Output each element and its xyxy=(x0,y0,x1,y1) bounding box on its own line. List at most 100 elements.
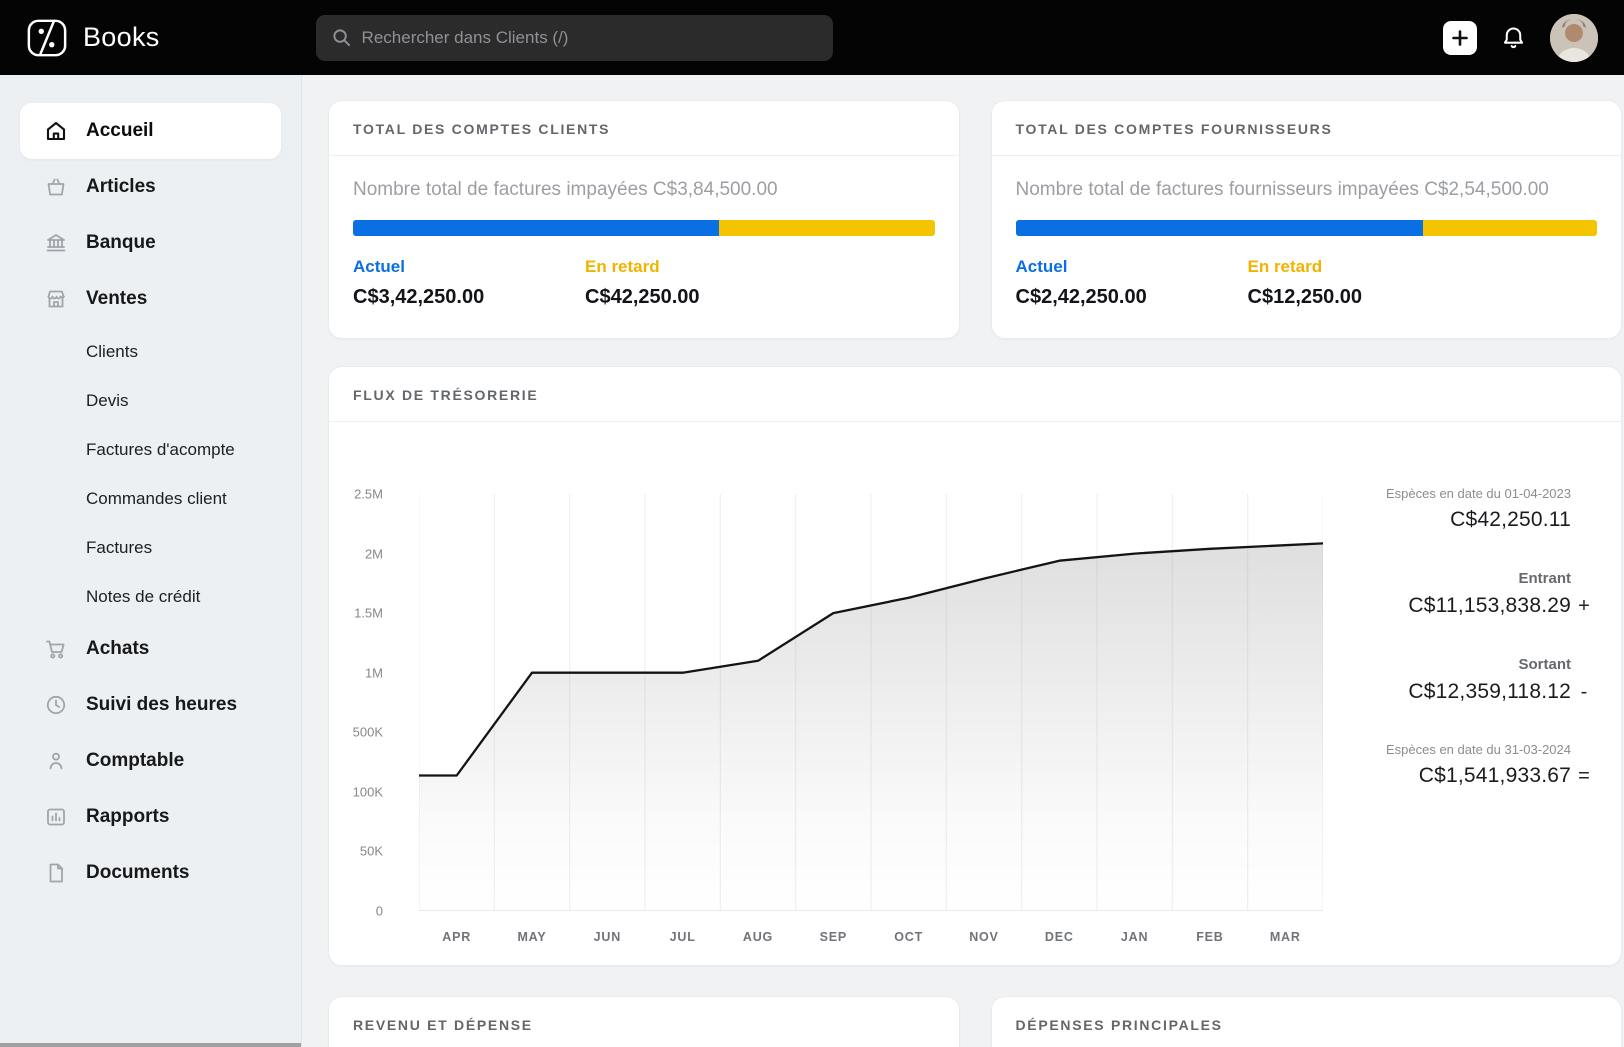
sidebar-item-documents[interactable]: Documents xyxy=(20,845,281,901)
x-tick-label: SEP xyxy=(796,930,871,944)
receivables-overdue-label: En retard xyxy=(585,257,700,277)
sidebar-item-label: Clients xyxy=(86,342,138,362)
cashflow-stat-entrant: EntrantC$11,153,838.29+ xyxy=(1408,570,1597,618)
sidebar-item-label: Factures d'acompte xyxy=(86,440,235,460)
x-tick-label: APR xyxy=(419,930,494,944)
user-avatar[interactable] xyxy=(1550,14,1598,62)
payables-overdue-value: C$12,250.00 xyxy=(1248,286,1363,309)
stat-value: C$42,250.11 xyxy=(1450,508,1571,532)
cashflow-stat-especes-end: Espèces en date du 31-03-2024 C$1,541,933… xyxy=(1386,742,1597,788)
sidebar-item-clients[interactable]: Clients xyxy=(20,327,281,376)
chart-icon xyxy=(44,805,68,829)
x-tick-label: MAR xyxy=(1248,930,1323,944)
payables-progress-bar xyxy=(1016,220,1598,236)
receivables-overdue-value: C$42,250.00 xyxy=(585,286,700,309)
y-tick-label: 100K xyxy=(353,784,383,799)
sidebar-item-label: Devis xyxy=(86,391,129,411)
x-tick-label: AUG xyxy=(720,930,795,944)
sidebar-item-banque[interactable]: Banque xyxy=(20,215,281,271)
stat-value: C$1,541,933.67 xyxy=(1419,764,1571,788)
income-expense-card-header: REVENU ET DÉPENSE xyxy=(329,997,959,1047)
stat-label: Espèces en date du 31-03-2024 xyxy=(1386,742,1571,757)
global-search[interactable] xyxy=(316,15,833,61)
sidebar-item-label: Commandes client xyxy=(86,489,227,509)
topbar: Books xyxy=(0,0,1624,75)
income-expense-card: REVENU ET DÉPENSE xyxy=(328,996,960,1047)
stat-label: Sortant xyxy=(1519,656,1572,673)
stat-label: Entrant xyxy=(1519,570,1572,587)
books-logo-icon xyxy=(26,17,68,59)
receivables-current-label: Actuel xyxy=(353,257,585,277)
home-icon xyxy=(44,119,68,143)
person-icon xyxy=(44,749,68,773)
notifications-bell-icon[interactable] xyxy=(1500,24,1527,51)
chart-x-axis-labels: APRMAYJUNJULAUGSEPOCTNOVDECJANFEBMAR xyxy=(419,930,1323,944)
search-input[interactable] xyxy=(362,28,817,48)
top-expenses-title: DÉPENSES PRINCIPALES xyxy=(1016,1017,1223,1033)
stat-label: Espèces en date du 01-04-2023 xyxy=(1386,486,1571,501)
x-tick-label: DEC xyxy=(1022,930,1097,944)
receivables-card: TOTAL DES COMPTES CLIENTS Nombre total d… xyxy=(328,100,960,339)
income-expense-title: REVENU ET DÉPENSE xyxy=(353,1017,533,1033)
receivables-subtitle: Nombre total de factures impayées C$3,84… xyxy=(353,179,935,201)
sidebar-item-accueil[interactable]: Accueil xyxy=(20,103,281,159)
chart-y-axis-labels: 050K100K500K1M1.5M2M2.5M xyxy=(353,494,419,911)
payables-subtitle: Nombre total de factures fournisseurs im… xyxy=(1016,179,1598,201)
receivables-progress-bar xyxy=(353,220,935,236)
stat-value: C$11,153,838.29 xyxy=(1408,594,1571,618)
sidebar-item-factures[interactable]: Factures xyxy=(20,523,281,572)
sidebar-bottom-strip xyxy=(0,1043,301,1047)
y-tick-label: 50K xyxy=(360,844,383,859)
x-tick-label: MAY xyxy=(494,930,569,944)
x-tick-label: JAN xyxy=(1097,930,1172,944)
y-tick-label: 2M xyxy=(365,546,383,561)
sidebar-item-rapports[interactable]: Rapports xyxy=(20,789,281,845)
y-tick-label: 2.5M xyxy=(354,487,383,502)
sidebar-item-label: Documents xyxy=(86,862,189,884)
x-tick-label: JUN xyxy=(570,930,645,944)
clock-icon xyxy=(44,693,68,717)
sidebar-item-label: Ventes xyxy=(86,288,147,310)
sidebar-item-comptable[interactable]: Comptable xyxy=(20,733,281,789)
chart-plot-area xyxy=(419,494,1323,911)
x-tick-label: FEB xyxy=(1172,930,1247,944)
cashflow-stats-panel: Espèces en date du 01-04-2023 C$42,250.11… xyxy=(1345,422,1597,944)
x-tick-label: NOV xyxy=(946,930,1021,944)
cashflow-line-chart xyxy=(419,494,1323,911)
payables-current-value: C$2,42,250.00 xyxy=(1016,286,1248,309)
sidebar-item-label: Suivi des heures xyxy=(86,694,237,716)
cashflow-title: FLUX DE TRÉSORERIE xyxy=(353,387,538,403)
y-tick-label: 1M xyxy=(365,665,383,680)
sidebar-item-label: Notes de crédit xyxy=(86,587,200,607)
app-logo: Books xyxy=(26,17,160,59)
sidebar-item-ventes[interactable]: Ventes xyxy=(20,271,281,327)
sidebar-item-label: Comptable xyxy=(86,750,184,772)
sidebar-item-label: Rapports xyxy=(86,806,169,828)
sidebar-item-label: Accueil xyxy=(86,120,154,142)
cashflow-stat-sortant: Sortant C$12,359,118.12- xyxy=(1408,656,1597,704)
payables-title: TOTAL DES COMPTES FOURNISSEURS xyxy=(1016,121,1333,137)
basket-icon xyxy=(44,175,68,199)
search-icon xyxy=(332,28,351,47)
y-tick-label: 1.5M xyxy=(354,606,383,621)
sidebar-item-articles[interactable]: Articles xyxy=(20,159,281,215)
payables-current-label: Actuel xyxy=(1016,257,1248,277)
sidebar-item-label: Articles xyxy=(86,176,156,198)
cart-icon xyxy=(44,637,68,661)
top-expenses-card-header: DÉPENSES PRINCIPALES xyxy=(992,997,1622,1047)
receivables-current-value: C$3,42,250.00 xyxy=(353,286,585,309)
sidebar-item-devis[interactable]: Devis xyxy=(20,376,281,425)
sidebar-item-achats[interactable]: Achats xyxy=(20,621,281,677)
quick-create-button[interactable] xyxy=(1443,21,1477,55)
stat-value: C$12,359,118.12 xyxy=(1408,680,1571,704)
stat-sign: - xyxy=(1571,681,1597,704)
sidebar-item-suivi-des-heures[interactable]: Suivi des heures xyxy=(20,677,281,733)
payables-overdue-label: En retard xyxy=(1248,257,1363,277)
sidebar-item-factures-d-acompte[interactable]: Factures d'acompte xyxy=(20,425,281,474)
top-expenses-card: DÉPENSES PRINCIPALES xyxy=(991,996,1623,1047)
sidebar-item-commandes-client[interactable]: Commandes client xyxy=(20,474,281,523)
x-tick-label: OCT xyxy=(871,930,946,944)
bank-icon xyxy=(44,231,68,255)
sidebar-item-notes-de-credit[interactable]: Notes de crédit xyxy=(20,572,281,621)
x-tick-label: JUL xyxy=(645,930,720,944)
